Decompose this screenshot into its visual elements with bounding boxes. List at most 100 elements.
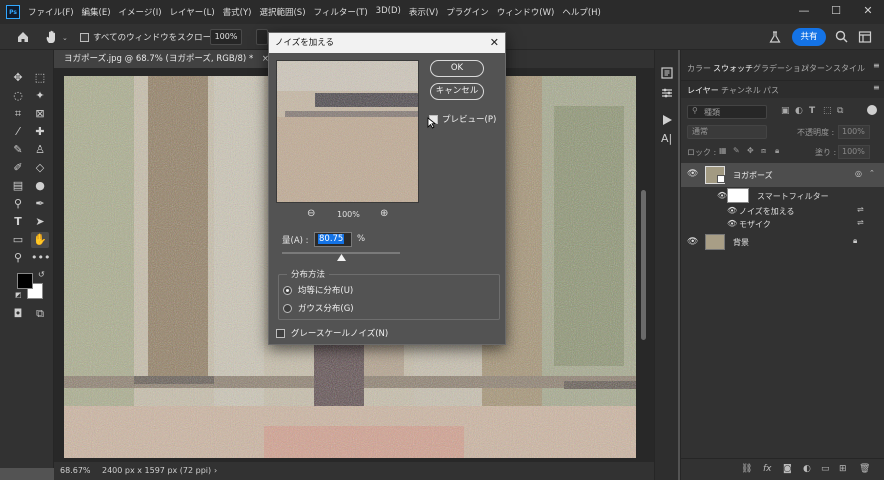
dialog-close-button[interactable]: ✕ [490, 33, 499, 53]
gaussian-option[interactable]: ガウス分布(G) [283, 302, 354, 314]
tool-preset-chevron-icon[interactable]: ⌄ [62, 34, 68, 42]
blending-options-icon[interactable]: ⇌ [857, 218, 864, 227]
fit-screen-button[interactable] [256, 29, 268, 45]
filter-eye-icon[interactable]: 👁︎ [727, 219, 737, 228]
minimize-button[interactable]: — [788, 0, 820, 24]
dialog-title-bar[interactable]: ノイズを加える ✕ [269, 33, 505, 53]
layer-row-background[interactable]: 👁︎ 背景 🔒︎ [681, 232, 884, 252]
frame-tool-icon[interactable]: ⊠ [31, 106, 49, 122]
lock-pixels-icon[interactable]: ✎ [733, 146, 740, 155]
more-tools-icon[interactable]: ••• [31, 250, 50, 266]
filter-shape-icon[interactable]: ⬚ [823, 106, 832, 116]
menu-layer[interactable]: レイヤー(L) [170, 6, 215, 18]
foreground-color-swatch[interactable] [17, 273, 33, 289]
scroll-all-checkbox[interactable] [80, 33, 89, 42]
amount-input[interactable]: 80.75 [314, 232, 352, 247]
collapse-arrow-icon[interactable]: ⌃ [869, 169, 875, 177]
layer-style-icon[interactable]: fx [763, 464, 772, 474]
new-layer-icon[interactable]: ⊞ [839, 464, 847, 474]
layers-panel-menu-icon[interactable]: ≡ [873, 83, 880, 92]
menu-3d[interactable]: 3D(D) [376, 6, 401, 18]
lock-artboard-icon[interactable]: ⧈ [761, 146, 766, 156]
menu-view[interactable]: 表示(V) [409, 6, 438, 18]
magic-wand-tool-icon[interactable]: ✦ [31, 88, 49, 104]
adjustments-panel-icon[interactable] [660, 86, 674, 100]
lasso-tool-icon[interactable]: ◌ [9, 88, 27, 104]
preview-zoom-in-button[interactable]: ⊕ [380, 208, 388, 219]
screen-mode-icon[interactable]: ⧉ [31, 306, 49, 322]
layer-visibility-eye-icon[interactable]: 👁︎ [687, 169, 698, 179]
menu-help[interactable]: ヘルプ(H) [562, 6, 601, 18]
filter-eye-icon[interactable]: 👁︎ [727, 206, 737, 215]
lock-all-icon[interactable]: 🔒︎ [775, 146, 779, 156]
crop-tool-icon[interactable]: ⌗ [9, 106, 27, 122]
search-icon[interactable] [835, 30, 848, 43]
menu-edit[interactable]: 編集(E) [82, 6, 111, 18]
adjustment-layer-icon[interactable]: ◐ [803, 464, 811, 474]
menu-select[interactable]: 選択範囲(S) [259, 6, 305, 18]
brush-tool-icon[interactable]: ✎ [9, 142, 27, 158]
swap-colors-icon[interactable]: ↺ [38, 270, 45, 279]
grayscale-option[interactable]: グレースケールノイズ(N) [276, 327, 388, 339]
menu-plugins[interactable]: プラグイン [446, 6, 489, 18]
layer-row-yoga[interactable]: 👁︎ ヨガポーズ ◎ ⌃ [681, 163, 884, 187]
hand-tool-active-icon[interactable]: ✋ [31, 232, 49, 248]
filter-image-icon[interactable]: ▣ [781, 106, 790, 116]
blending-options-icon[interactable]: ⇌ [857, 205, 864, 214]
tab-paths[interactable]: パス [763, 85, 779, 96]
filter-row-add-noise[interactable]: 👁︎ ノイズを加える ⇌ [681, 205, 884, 218]
opacity-field[interactable]: 100% [838, 125, 870, 139]
blend-mode-select[interactable]: 通常 [687, 125, 767, 139]
panel-menu-icon[interactable]: ≡ [873, 61, 880, 70]
tab-color[interactable]: カラー [687, 63, 711, 74]
blur-tool-icon[interactable]: ● [31, 178, 49, 194]
layer-visibility-eye-icon[interactable]: 👁︎ [687, 237, 698, 247]
new-group-icon[interactable]: ▭ [821, 464, 830, 474]
smart-filter-eye-icon[interactable]: 👁︎ [717, 191, 727, 200]
quick-mask-icon[interactable]: ◘ [9, 306, 27, 322]
filter-toggle-icon[interactable] [867, 105, 877, 115]
uniform-option[interactable]: 均等に分布(U) [283, 284, 353, 296]
share-button[interactable]: 共有 [792, 28, 826, 46]
type-tool-icon[interactable]: T [9, 214, 27, 230]
filter-preview[interactable] [276, 60, 419, 203]
uniform-radio[interactable] [283, 286, 292, 295]
menu-image[interactable]: イメージ(I) [119, 6, 162, 18]
fill-field[interactable]: 100% [838, 145, 870, 159]
smart-filter-row[interactable]: 👁︎ スマートフィルター [681, 187, 884, 205]
tab-layers[interactable]: レイヤー [687, 85, 719, 96]
gradient-tool-icon[interactable]: ▤ [9, 178, 27, 194]
preview-zoom-out-button[interactable]: ⊖ [307, 208, 315, 219]
character-panel-icon[interactable]: A| [661, 132, 672, 145]
smart-filter-mask-thumbnail[interactable] [727, 188, 749, 203]
workspace-icon[interactable] [858, 30, 872, 44]
menu-filter[interactable]: フィルター(T) [314, 6, 368, 18]
document-tab[interactable]: ヨガポーズ.jpg @ 68.7% (ヨガポーズ, RGB/8) * × [54, 50, 280, 68]
hand-tool-icon[interactable] [44, 29, 60, 45]
tab-swatches[interactable]: スウォッチ [713, 63, 753, 74]
tab-patterns[interactable]: パターン [801, 63, 833, 74]
dodge-tool-icon[interactable]: ⚲ [9, 196, 27, 212]
filter-type-icon[interactable]: T [809, 106, 815, 116]
gaussian-radio[interactable] [283, 304, 292, 313]
rectangle-tool-icon[interactable]: ▭ [9, 232, 27, 248]
eraser-tool-icon[interactable]: ◇ [31, 160, 49, 176]
link-layers-icon[interactable]: ⛓ [741, 464, 752, 474]
amount-slider-thumb[interactable] [336, 254, 346, 262]
maximize-button[interactable]: ☐ [820, 0, 852, 24]
lock-transparent-icon[interactable]: ▦ [719, 146, 727, 155]
filter-row-mosaic[interactable]: 👁︎ モザイク ⇌ [681, 218, 884, 231]
eyedropper-tool-icon[interactable]: ⁄ [9, 124, 27, 140]
default-colors-icon[interactable]: ◩ [15, 291, 22, 299]
delete-layer-icon[interactable]: 🗑︎ [859, 464, 870, 474]
cancel-button[interactable]: キャンセル [430, 83, 484, 100]
menu-type[interactable]: 書式(Y) [223, 6, 252, 18]
layer-filter-search[interactable]: ⚲ 種類 [687, 105, 767, 119]
ok-button[interactable]: OK [430, 60, 484, 77]
marquee-tool-icon[interactable]: ⬚ [31, 70, 49, 86]
path-selection-tool-icon[interactable]: ➤ [31, 214, 49, 230]
lock-position-icon[interactable]: ✥ [747, 146, 754, 155]
zoom-tool-icon[interactable]: ⚲ [9, 250, 27, 266]
vertical-scroll-thumb[interactable] [641, 190, 646, 340]
filter-smart-object-icon[interactable]: ⧉ [837, 106, 843, 116]
